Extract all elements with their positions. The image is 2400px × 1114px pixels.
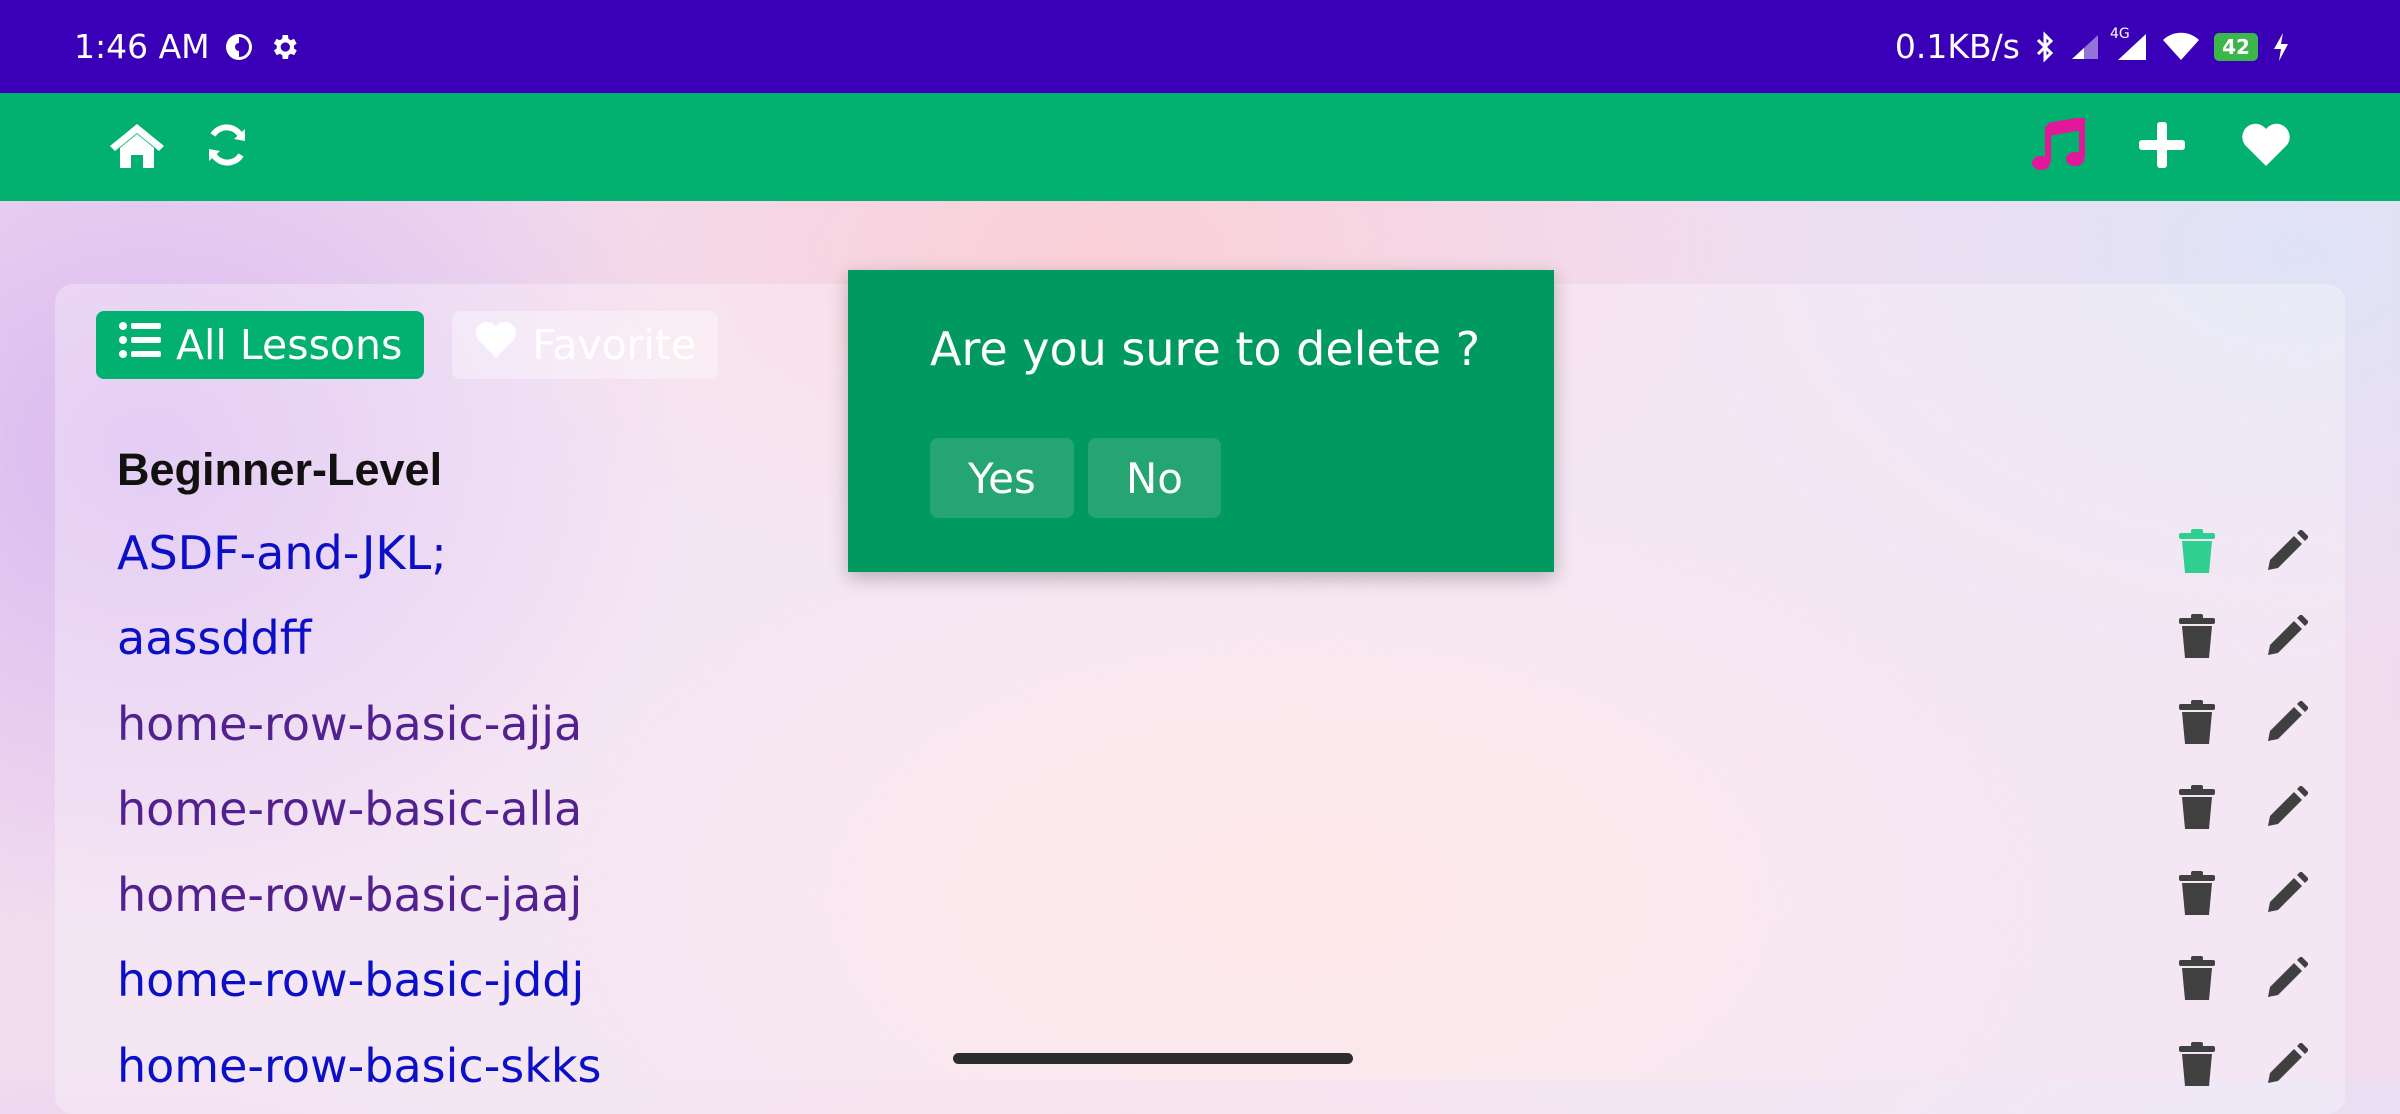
edit-button[interactable] [2266,870,2309,918]
status-bar-left: 1:46 AM [74,0,300,93]
net-speed: 0.1KB/s [1894,27,2020,66]
lesson-list: ASDF-and-JKL; aassddff home-row-basic-aj… [117,510,2309,1109]
status-bar-right: 0.1KB/s 4G 42 [1895,0,2290,93]
heart-icon [2240,122,2292,172]
dialog-buttons: Yes No [930,438,1221,518]
bluetooth-icon [2034,30,2056,63]
network-type: 4G [2110,25,2130,42]
trash-icon [2178,613,2216,663]
lesson-link[interactable]: ASDF-and-JKL; [117,526,447,580]
row-actions [2177,852,2309,938]
row-actions [2177,510,2309,596]
delete-button[interactable] [2177,955,2217,1005]
trash-icon [2178,699,2216,749]
tab-favorite[interactable]: Favorite [452,311,719,379]
refresh-icon [204,122,250,172]
row-actions [2177,1023,2309,1109]
signal-4g-icon: 4G [2110,26,2148,62]
clock-app-icon [224,32,254,62]
list-icon [118,320,162,370]
tab-favorite-label: Favorite [532,321,697,369]
lesson-row: home-row-basic-alla [117,767,2309,853]
lesson-link[interactable]: home-row-basic-jaaj [117,868,582,922]
status-bar: 1:46 AM 0.1KB/s 4G 42 [0,0,2400,93]
home-icon [108,120,166,174]
trash-icon [2178,870,2216,920]
delete-button[interactable] [2177,613,2217,663]
trash-icon [2178,1041,2216,1091]
tab-all-lessons[interactable]: All Lessons [96,311,425,379]
pencil-icon [2266,699,2309,747]
delete-confirm-dialog: Are you sure to delete ? Yes No [848,270,1554,572]
pencil-icon [2266,785,2309,832]
pencil-icon [2266,956,2309,1003]
delete-button[interactable] [2177,699,2217,749]
trash-icon [2178,784,2216,834]
app-toolbar [0,93,2400,201]
battery-level: 42 [2222,34,2250,59]
add-lesson-button[interactable] [2122,93,2202,201]
edit-button[interactable] [2266,785,2309,832]
charging-icon [2272,32,2290,62]
lesson-row: home-row-basic-ajja [117,681,2309,767]
trash-icon [2178,955,2216,1005]
status-time: 1:46 AM [74,27,210,66]
refresh-button[interactable] [187,93,267,201]
home-button[interactable] [97,93,177,201]
lesson-link[interactable]: home-row-basic-alla [117,782,582,836]
dialog-message: Are you sure to delete ? [930,322,1481,376]
row-actions [2177,938,2309,1024]
settings-icon [268,31,300,63]
lesson-row: home-row-basic-jddj [117,938,2309,1024]
pencil-icon [2266,528,2309,576]
heart-icon [474,320,518,370]
edit-button[interactable] [2266,528,2309,576]
lesson-link[interactable]: home-row-basic-skks [117,1039,602,1093]
pencil-icon [2266,870,2309,918]
row-actions [2177,681,2309,767]
delete-button[interactable] [2177,528,2217,578]
edit-button[interactable] [2266,956,2309,1003]
yes-button[interactable]: Yes [930,438,1074,518]
wifi-icon [2162,32,2200,62]
edit-button[interactable] [2266,614,2309,661]
lesson-tabs: All Lessons Favorite [96,311,719,379]
plus-icon [2137,120,2187,174]
battery-icon: 42 [2214,32,2258,61]
section-title: Beginner-Level [117,444,443,495]
lesson-link[interactable]: aassddff [117,611,311,665]
signal-icon [2070,33,2100,61]
delete-button[interactable] [2177,1041,2217,1091]
pencil-icon [2266,614,2309,661]
row-actions [2177,767,2309,853]
tab-all-lessons-label: All Lessons [176,321,403,369]
edit-button[interactable] [2266,699,2309,747]
no-button[interactable]: No [1087,438,1221,518]
home-indicator[interactable] [953,1053,1353,1064]
delete-button[interactable] [2177,870,2217,920]
music-button[interactable] [2018,93,2098,201]
favorites-button[interactable] [2226,93,2306,201]
pencil-icon [2266,1041,2309,1089]
trash-icon [2178,528,2216,578]
row-actions [2177,596,2309,682]
lesson-link[interactable]: home-row-basic-jddj [117,953,584,1007]
delete-button[interactable] [2177,784,2217,834]
lesson-row: home-row-basic-skks [117,1023,2309,1109]
music-note-icon [2030,116,2086,176]
lesson-row: aassddff [117,596,2309,682]
lesson-link[interactable]: home-row-basic-ajja [117,697,582,751]
edit-button[interactable] [2266,1041,2309,1089]
lesson-row: home-row-basic-jaaj [117,852,2309,938]
